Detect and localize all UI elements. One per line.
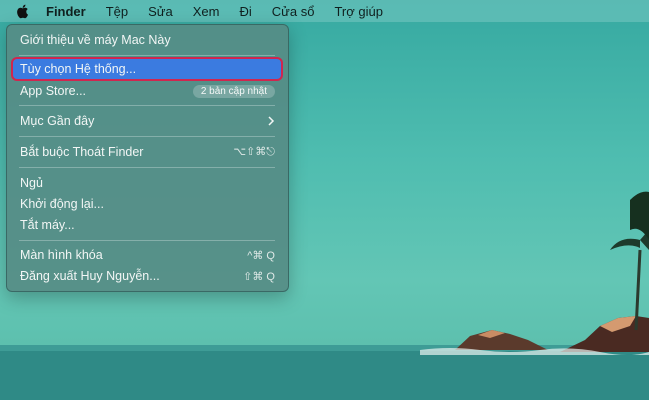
menu-bar: Finder Tệp Sửa Xem Đi Cửa sổ Trợ giúp — [0, 0, 649, 22]
menu-item-label: Màn hình khóa — [20, 248, 103, 262]
menu-item-label: Mục Gần đây — [20, 114, 95, 128]
menu-item-label: Đăng xuất Huy Nguyễn... — [20, 269, 160, 283]
menu-item-recent-items[interactable]: Mục Gần đây — [13, 111, 281, 131]
menu-go[interactable]: Đi — [239, 4, 251, 19]
chevron-right-icon — [268, 116, 275, 126]
palm-leaf — [610, 238, 640, 250]
force-quit-shortcut: ⌥⇧⌘⎋ — [233, 146, 275, 158]
menu-file[interactable]: Tệp — [106, 4, 128, 19]
menu-item-label: Tắt máy... — [20, 218, 75, 232]
logout-shortcut: ⇧⌘ Q — [243, 270, 275, 283]
menu-item-label: Khởi động lại... — [20, 197, 104, 211]
menu-window[interactable]: Cửa sổ — [272, 4, 315, 19]
menu-item-about[interactable]: Giới thiệu về máy Mac Này — [13, 30, 281, 50]
menu-separator — [19, 105, 275, 106]
menu-item-system-preferences[interactable]: Tùy chọn Hệ thống... — [11, 57, 283, 81]
apple-menu: Giới thiệu về máy Mac Này Tùy chọn Hệ th… — [6, 24, 289, 292]
menu-item-lock-screen[interactable]: Màn hình khóa ^⌘ Q — [13, 245, 281, 265]
menu-item-label: Ngủ — [20, 176, 43, 190]
menu-edit[interactable]: Sửa — [148, 4, 173, 19]
menu-separator — [19, 55, 275, 56]
update-badge: 2 bản cập nhật — [192, 84, 275, 98]
menu-finder[interactable]: Finder — [46, 4, 86, 19]
palm-foliage — [630, 191, 649, 240]
menu-item-shutdown[interactable]: Tắt máy... — [13, 215, 281, 235]
menu-item-force-quit[interactable]: Bắt buộc Thoát Finder ⌥⇧⌘⎋ — [13, 142, 281, 162]
menu-separator — [19, 240, 275, 241]
menu-item-sleep[interactable]: Ngủ — [13, 173, 281, 193]
menu-item-label: App Store... — [20, 84, 87, 98]
menu-item-logout[interactable]: Đăng xuất Huy Nguyễn... ⇧⌘ Q — [13, 266, 281, 286]
menu-item-label: Tùy chọn Hệ thống... — [20, 62, 137, 76]
menu-view[interactable]: Xem — [193, 4, 220, 19]
apple-icon[interactable] — [14, 2, 32, 20]
menu-separator — [19, 167, 275, 168]
menu-item-app-store[interactable]: App Store... 2 bản cập nhật — [13, 81, 281, 101]
lock-screen-shortcut: ^⌘ Q — [247, 249, 275, 262]
menu-item-restart[interactable]: Khởi động lại... — [13, 194, 281, 214]
menu-item-label: Bắt buộc Thoát Finder — [20, 145, 144, 159]
menu-help[interactable]: Trợ giúp — [334, 4, 383, 19]
menu-item-label: Giới thiệu về máy Mac Này — [20, 33, 171, 47]
menu-separator — [19, 136, 275, 137]
